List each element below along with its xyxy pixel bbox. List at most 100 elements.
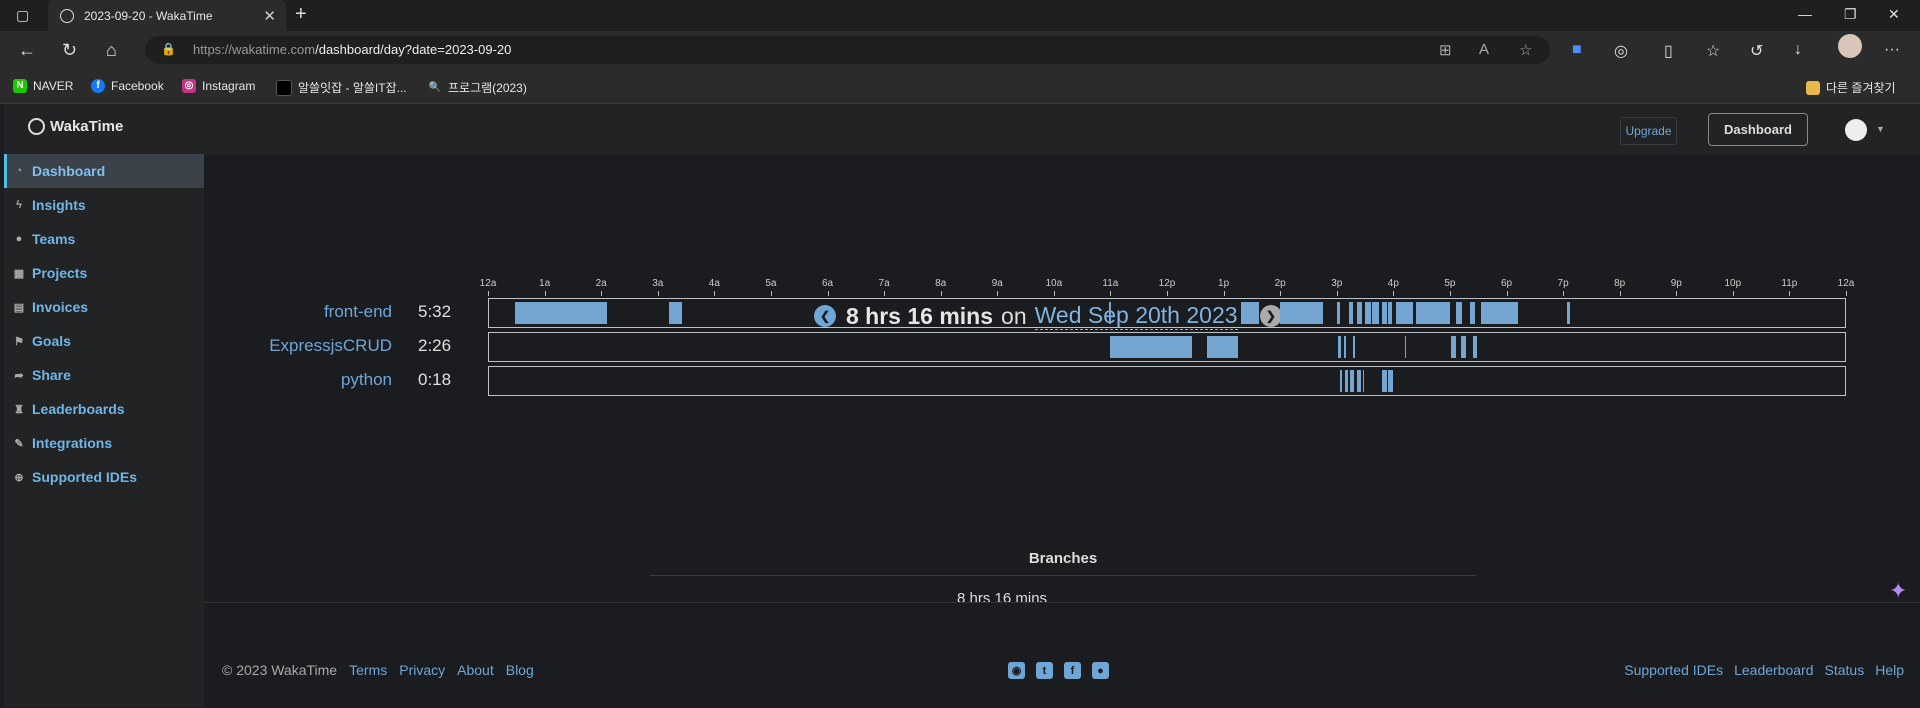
project-name-link[interactable]: ExpressjsCRUD (222, 336, 392, 356)
restore-icon[interactable]: ❐ (1844, 6, 1857, 23)
sidebar-item-share[interactable]: ➦ Share (4, 358, 204, 392)
project-name-link[interactable]: python (222, 370, 392, 390)
twitter-icon[interactable]: t (1036, 662, 1053, 679)
history-icon[interactable]: ↺ (1750, 41, 1763, 61)
refresh-icon[interactable]: ↻ (62, 40, 77, 61)
coding-activity-segment[interactable] (1343, 336, 1347, 358)
extension-shield-icon[interactable]: ■ (1572, 41, 1582, 59)
coding-activity-segment[interactable] (1382, 302, 1387, 324)
coding-activity-segment[interactable] (1415, 302, 1450, 324)
sidebar-item-goals[interactable]: ⚑ Goals (4, 324, 204, 358)
coding-activity-segment[interactable] (1455, 302, 1463, 324)
address-bar[interactable]: 🔒 https://wakatime.com/dashboard/day?dat… (145, 36, 1550, 64)
bookmark-search[interactable]: 🔍 프로그램(2023) (428, 79, 527, 96)
hour-tick-label: 8a (935, 278, 947, 289)
coding-activity-segment[interactable] (1356, 370, 1361, 392)
chevron-down-icon[interactable]: ▼ (1876, 124, 1885, 134)
sidebar-item-teams[interactable]: ● Teams (4, 222, 204, 256)
coding-activity-segment[interactable] (1404, 336, 1407, 358)
coding-activity-segment[interactable] (1362, 370, 1365, 392)
url-text[interactable]: https://wakatime.com/dashboard/day?date=… (193, 42, 511, 57)
downloads-icon[interactable]: ↓ (1794, 41, 1802, 59)
back-icon[interactable]: ← (18, 40, 36, 61)
project-time: 5:32 (418, 302, 452, 321)
coding-activity-segment[interactable] (1365, 302, 1371, 324)
bookmark-instagram[interactable]: ◎ Instagram (182, 79, 255, 93)
copilot-sparkle-icon[interactable]: ✦ (1889, 578, 1907, 604)
footer-link-about[interactable]: About (457, 662, 494, 678)
close-window-icon[interactable]: ✕ (1888, 6, 1900, 23)
footer-link-terms[interactable]: Terms (349, 662, 387, 678)
footer-link-privacy[interactable]: Privacy (399, 662, 445, 678)
footer-link-help[interactable]: Help (1875, 662, 1904, 678)
coding-activity-segment[interactable] (1352, 336, 1356, 358)
bookmark-blog[interactable]: 알쓸잇잡 - 알쓸IT잡... (276, 79, 407, 96)
coding-activity-segment[interactable] (1206, 336, 1238, 358)
settings-more-icon[interactable]: ··· (1884, 41, 1900, 59)
coding-activity-segment[interactable] (1481, 302, 1518, 324)
coding-activity-segment[interactable] (1345, 370, 1349, 392)
sidebar-item-insights[interactable]: ϟ Insights (4, 188, 204, 222)
coding-activity-segment[interactable] (1396, 302, 1411, 324)
wakatime-logo[interactable]: WakaTime (28, 118, 123, 135)
coding-activity-segment[interactable] (669, 302, 682, 324)
coding-activity-segment[interactable] (1461, 336, 1466, 358)
coding-activity-segment[interactable] (1410, 302, 1414, 324)
project-name-link[interactable]: front-end (222, 302, 392, 322)
footer-link-status[interactable]: Status (1825, 662, 1865, 678)
read-aloud-icon[interactable]: A (1479, 41, 1489, 58)
lock-icon[interactable]: 🔒 (161, 42, 176, 56)
footer-link-leaderboard[interactable]: Leaderboard (1734, 662, 1813, 678)
coding-activity-segment[interactable] (1349, 302, 1353, 324)
sidebar-item-projects[interactable]: ▦ Projects (4, 256, 204, 290)
home-icon[interactable]: ⌂ (106, 40, 117, 61)
app-available-icon[interactable]: ⊞ (1439, 41, 1452, 59)
coding-activity-segment[interactable] (1387, 302, 1393, 324)
sidebar-item-label: Projects (32, 265, 88, 281)
minimize-icon[interactable]: — (1798, 6, 1812, 22)
github-icon[interactable]: ◉ (1008, 662, 1025, 679)
coding-activity-segment[interactable] (1472, 336, 1478, 358)
sidebar-item-integrations[interactable]: ✎ Integrations (4, 426, 204, 460)
coding-activity-segment[interactable] (1356, 302, 1363, 324)
file-icon: ▤ (13, 301, 25, 314)
reddit-icon[interactable]: ● (1092, 662, 1109, 679)
facebook-icon[interactable]: f (1064, 662, 1081, 679)
bookmark-facebook[interactable]: f Facebook (91, 79, 164, 93)
coding-activity-segment[interactable] (514, 302, 607, 324)
coding-activity-segment[interactable] (1280, 302, 1323, 324)
sidebar-item-dashboard[interactable]: ◔ Dashboard (4, 154, 204, 188)
profile-avatar[interactable] (1838, 34, 1862, 58)
sidebar-item-leaderboards[interactable]: ♜ Leaderboards (4, 392, 204, 426)
split-screen-icon[interactable]: ▯ (1664, 41, 1673, 61)
other-bookmarks[interactable]: 다른 즐겨찾기 (1806, 79, 1896, 96)
sidebar-item-invoices[interactable]: ▤ Invoices (4, 290, 204, 324)
user-avatar[interactable] (1845, 119, 1867, 141)
bookmark-naver[interactable]: N NAVER (13, 79, 73, 93)
coding-activity-segment[interactable] (1336, 302, 1340, 324)
upgrade-button[interactable]: Upgrade (1620, 117, 1677, 145)
new-tab-icon[interactable]: + (295, 3, 307, 26)
coding-activity-segment[interactable] (1451, 336, 1456, 358)
coding-activity-segment[interactable] (1469, 302, 1476, 324)
coding-activity-segment[interactable] (1337, 336, 1342, 358)
coding-activity-segment[interactable] (1110, 336, 1193, 358)
favorite-star-icon[interactable]: ☆ (1519, 41, 1532, 59)
coding-activity-segment[interactable] (1371, 302, 1380, 324)
coding-activity-segment[interactable] (1350, 370, 1354, 392)
favorites-icon[interactable]: ☆ (1706, 41, 1720, 61)
coding-activity-segment[interactable] (1240, 302, 1259, 324)
tab-actions-icon[interactable]: ▢ (16, 7, 29, 24)
browser-tab[interactable]: 2023-09-20 - WakaTime ✕ (48, 0, 286, 31)
footer-link-supported-ides[interactable]: Supported IDEs (1624, 662, 1723, 678)
coding-activity-segment[interactable] (1567, 302, 1570, 324)
footer-link-blog[interactable]: Blog (506, 662, 534, 678)
coding-activity-segment[interactable] (1109, 302, 1111, 324)
sidebar-item-supported-ides[interactable]: ⊕ Supported IDEs (4, 460, 204, 494)
tab-close-icon[interactable]: ✕ (263, 7, 276, 25)
coding-activity-segment[interactable] (1382, 370, 1387, 392)
coding-activity-segment[interactable] (1387, 370, 1394, 392)
dashboard-button[interactable]: Dashboard (1708, 113, 1808, 146)
extension-glasses-icon[interactable]: ◎ (1614, 41, 1628, 61)
coding-activity-segment[interactable] (1339, 370, 1343, 392)
